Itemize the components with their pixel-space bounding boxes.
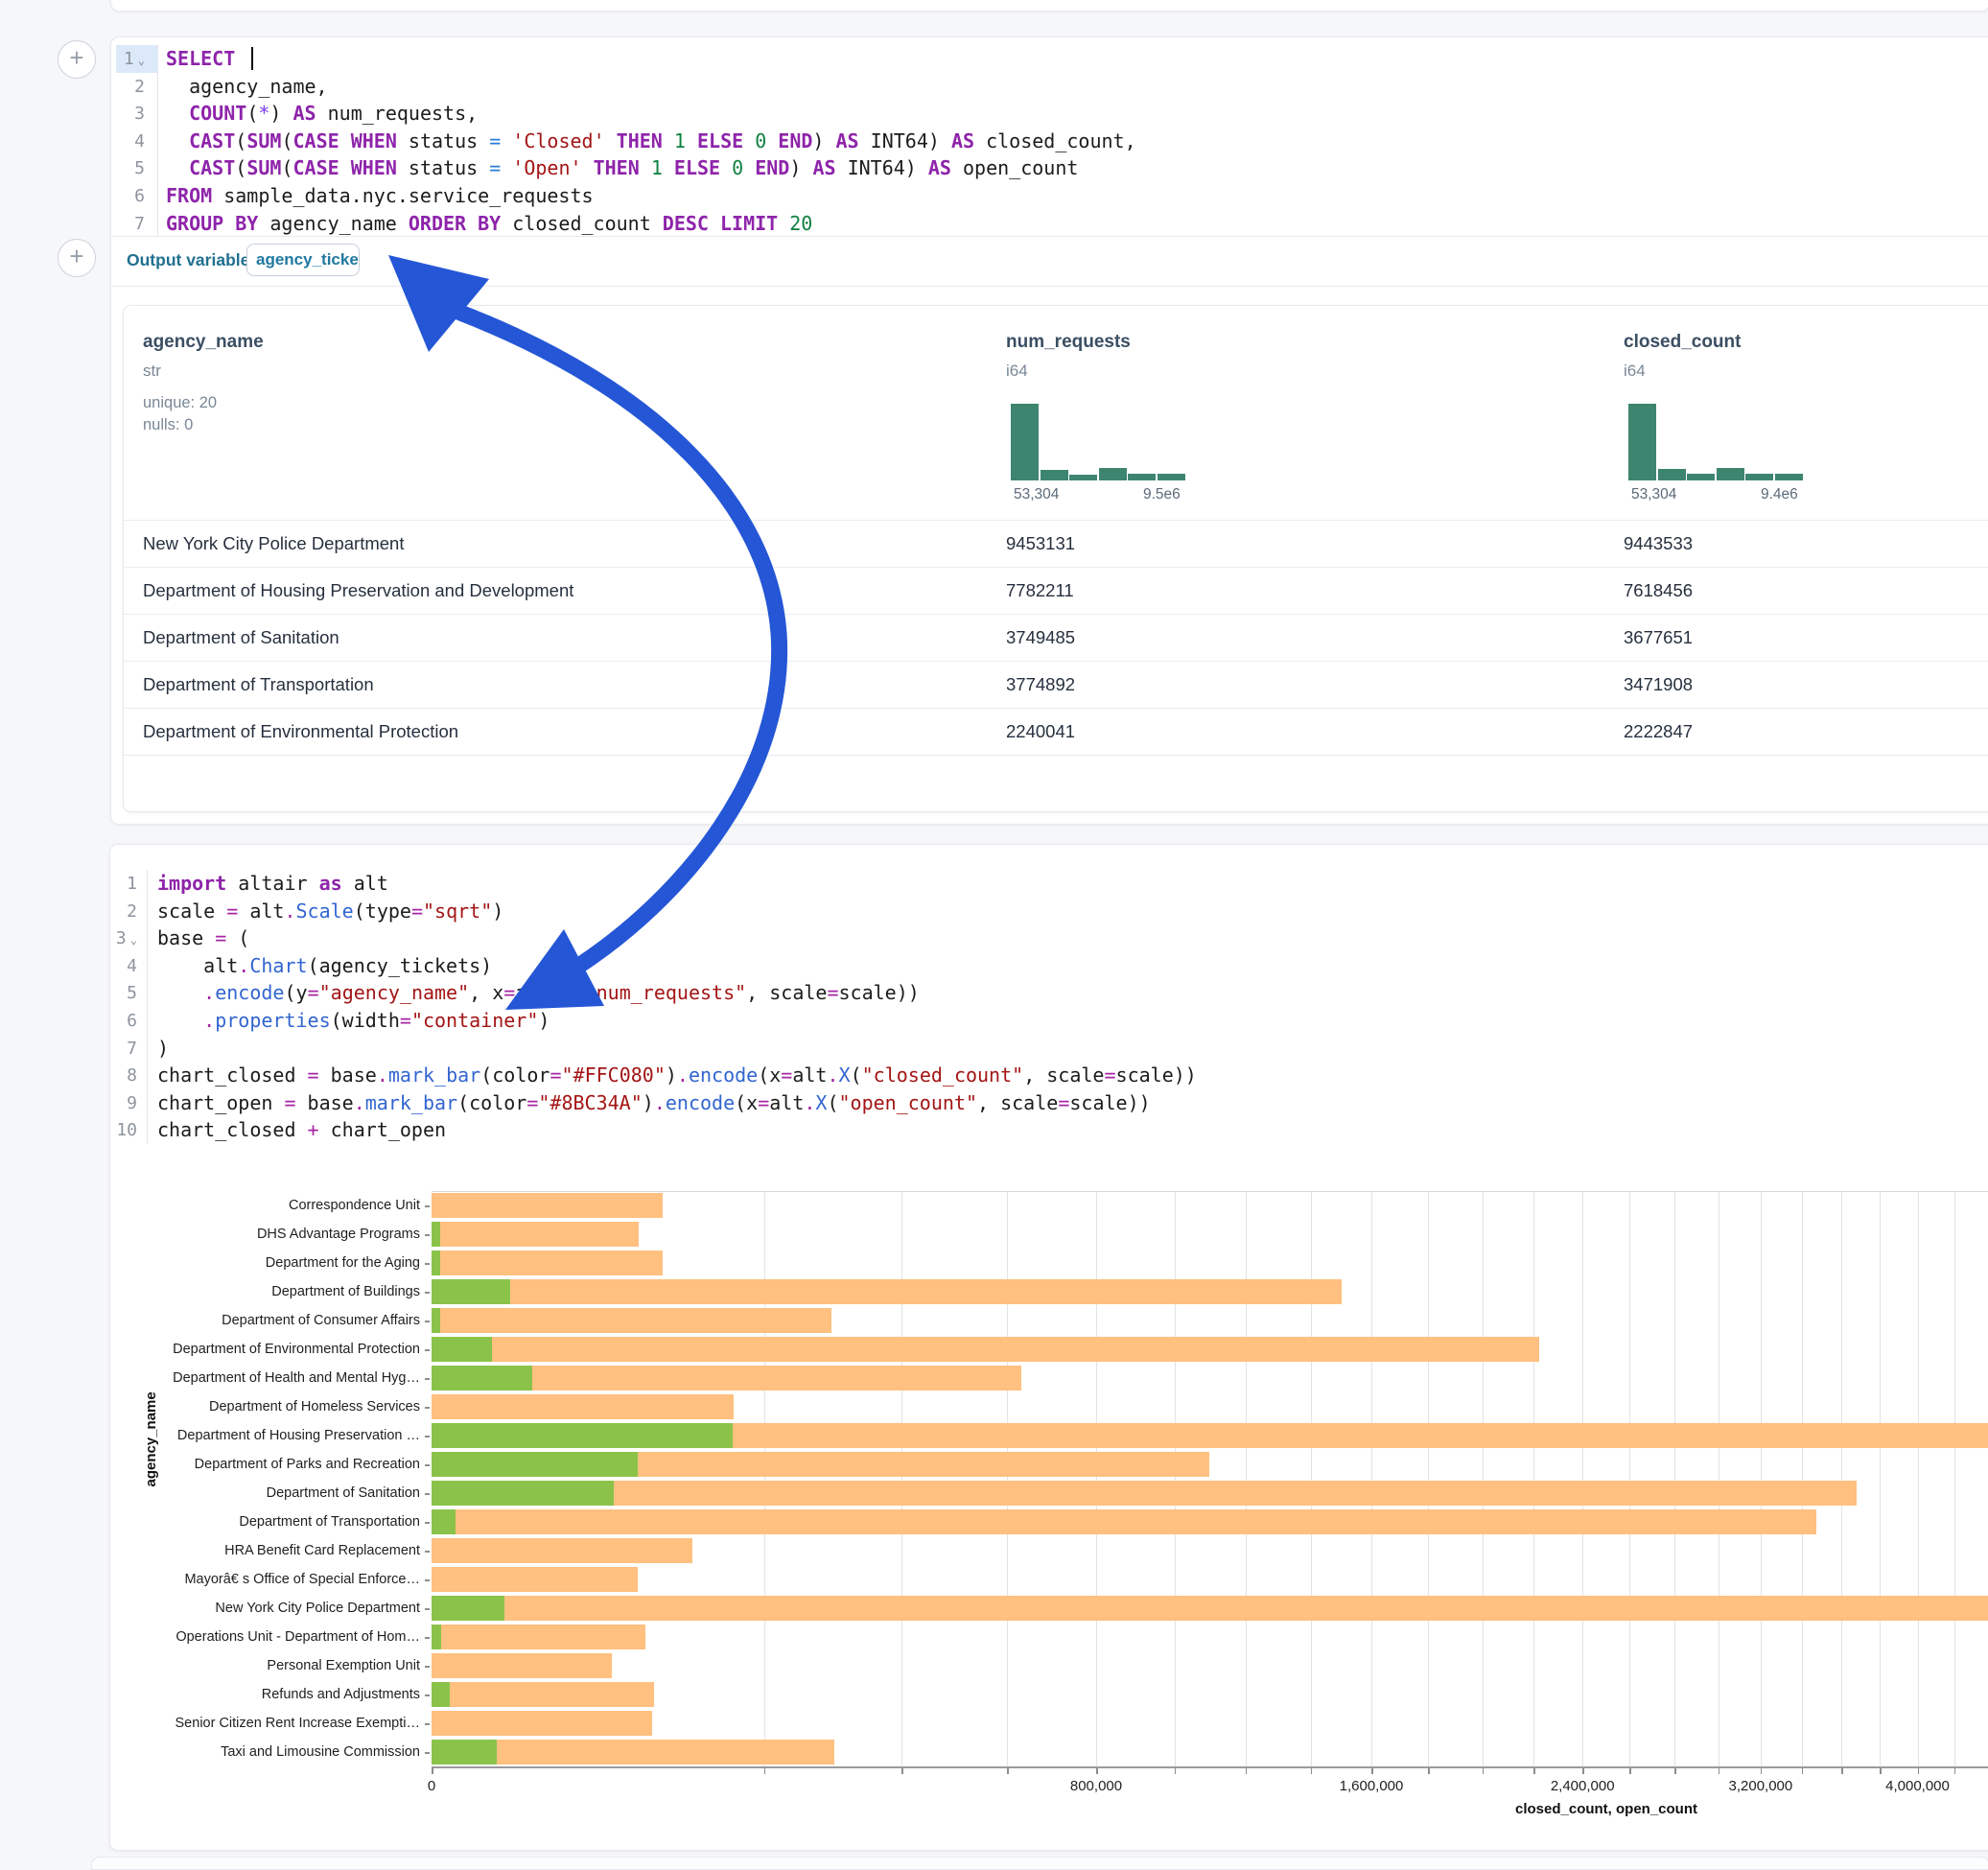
histogram-bar (1775, 474, 1803, 480)
text-cursor (251, 47, 253, 70)
histogram-bar (1687, 474, 1715, 480)
add-cell-button-between[interactable]: + (58, 239, 96, 277)
code-line[interactable]: GROUP BY agency_name ORDER BY closed_cou… (166, 210, 812, 238)
table-cell: 2222847 (1624, 709, 1693, 755)
table-row[interactable]: Department of Sanitation 3749485 3677651 (124, 614, 1988, 662)
results-table: agency_namestr unique: 20 nulls: 0 num_requ… (123, 305, 1988, 812)
table-cell: New York City Police Department (143, 521, 404, 567)
line-number: 6 (116, 182, 145, 210)
column-name[interactable]: num_requests (1006, 332, 1131, 353)
column-stat: nulls: 0 (143, 416, 193, 434)
histogram-bar (1158, 474, 1185, 480)
python-code-editor[interactable]: 1 import altair as alt 2 scale = alt.Scale(… (110, 845, 1988, 1152)
python-cell: 1 import altair as alt 2 scale = alt.Scale(… (109, 844, 1988, 1851)
code-line[interactable]: chart_closed + chart_open (157, 1116, 446, 1144)
histogram-bar (1041, 470, 1068, 480)
line-number: 4 (110, 952, 137, 980)
column-name[interactable]: agency_name (143, 332, 264, 353)
line-number: 6 (110, 1007, 137, 1035)
previous-cell-bottom (110, 0, 1988, 12)
histogram-bar (1658, 469, 1686, 480)
output-variable-pill[interactable]: agency_tickets (246, 244, 360, 276)
code-line[interactable]: alt.Chart(agency_tickets) (157, 952, 492, 980)
code-line[interactable]: scale = alt.Scale(type="sqrt") (157, 898, 503, 925)
histogram-min-label: 53,304 (1014, 486, 1059, 503)
table-cell: 2240041 (1006, 709, 1075, 755)
line-number: 9 (110, 1089, 137, 1117)
line-number: 5 (116, 154, 145, 182)
column-name[interactable]: closed_count (1624, 332, 1741, 353)
code-line[interactable]: FROM sample_data.nyc.service_requests (166, 182, 594, 210)
column-type: i64 (1006, 362, 1028, 381)
table-row[interactable]: Department of Housing Preservation and D… (124, 567, 1988, 615)
table-cell: 3471908 (1624, 662, 1693, 708)
histogram-bar (1717, 468, 1744, 480)
line-number: 7 (116, 210, 145, 238)
table-cell: Department of Sanitation (143, 615, 339, 661)
histogram-max-label: 9.4e6 (1761, 486, 1798, 503)
line-number: 2 (110, 898, 137, 925)
table-cell: Department of Housing Preservation and D… (143, 568, 573, 614)
table-cell: Department of Environmental Protection (143, 709, 458, 755)
column-type: i64 (1624, 362, 1646, 381)
fold-chevron-icon[interactable]: ⌄ (130, 933, 137, 947)
table-cell: 7782211 (1006, 568, 1074, 614)
code-line[interactable]: .encode(y="agency_name", x=alt.X("num_re… (157, 979, 920, 1007)
code-line[interactable]: CAST(SUM(CASE WHEN status = 'Open' THEN … (166, 154, 1078, 182)
next-cell-top (91, 1857, 1988, 1870)
sql-code-editor[interactable]: 1⌄ SELECT 2 agency_name, 3 COUNT(*) AS num… (111, 37, 1988, 237)
code-line[interactable]: COUNT(*) AS num_requests, (166, 100, 478, 128)
column-histogram (1011, 402, 1186, 480)
histogram-max-label: 9.5e6 (1143, 486, 1181, 503)
line-number: 1 (110, 870, 137, 898)
table-cell: Department of Transportation (143, 662, 374, 708)
histogram-bar (1628, 404, 1656, 480)
line-number: 2 (116, 73, 145, 101)
line-number: 3 (116, 100, 145, 128)
histogram-bar (1011, 404, 1039, 480)
table-cell: 9453131 (1006, 521, 1075, 567)
code-line[interactable]: import altair as alt (157, 870, 388, 898)
add-cell-button-top[interactable]: + (58, 40, 96, 79)
histogram-bar (1128, 474, 1156, 480)
code-line[interactable]: CAST(SUM(CASE WHEN status = 'Closed' THE… (166, 128, 1136, 155)
divider (111, 236, 1988, 237)
histogram-bar (1069, 475, 1097, 480)
fold-chevron-icon[interactable]: ⌄ (138, 54, 145, 67)
table-cell: 3749485 (1006, 615, 1075, 661)
line-number: 4 (116, 128, 145, 155)
line-number: 5 (110, 979, 137, 1007)
line-number: 1⌄ (116, 45, 145, 75)
code-line[interactable]: SELECT (166, 45, 246, 73)
code-line[interactable]: chart_open = base.mark_bar(color="#8BC34… (157, 1089, 1151, 1117)
column-type: str (143, 362, 161, 381)
gutter-divider (147, 870, 148, 1144)
histogram-bar (1745, 474, 1773, 480)
table-cell: 9443533 (1624, 521, 1693, 567)
table-row[interactable]: New York City Police Department 9453131 94… (124, 520, 1988, 568)
line-number: 10 (110, 1116, 137, 1144)
column-stat: unique: 20 (143, 394, 217, 412)
table-cell: 7618456 (1624, 568, 1693, 614)
table-cell: 3774892 (1006, 662, 1075, 708)
divider (111, 286, 1988, 287)
table-row[interactable]: Department of Transportation 3774892 34719… (124, 661, 1988, 709)
code-line[interactable]: base = ( (157, 924, 249, 952)
table-row[interactable]: Department of Environmental Protection 22… (124, 708, 1988, 756)
gutter-divider (157, 45, 158, 237)
code-line[interactable]: ) (157, 1035, 169, 1063)
code-line[interactable]: chart_closed = base.mark_bar(color="#FFC… (157, 1062, 1197, 1089)
output-variable-label: Output variable: (127, 250, 255, 270)
histogram-bar (1099, 468, 1127, 480)
column-histogram (1628, 402, 1804, 480)
line-number: 3⌄ (110, 924, 137, 954)
line-number: 7 (110, 1035, 137, 1063)
code-line[interactable]: agency_name, (166, 73, 328, 101)
table-cell: 3677651 (1624, 615, 1693, 661)
code-line[interactable]: .properties(width="container") (157, 1007, 550, 1035)
histogram-min-label: 53,304 (1631, 486, 1676, 503)
line-number: 8 (110, 1062, 137, 1089)
